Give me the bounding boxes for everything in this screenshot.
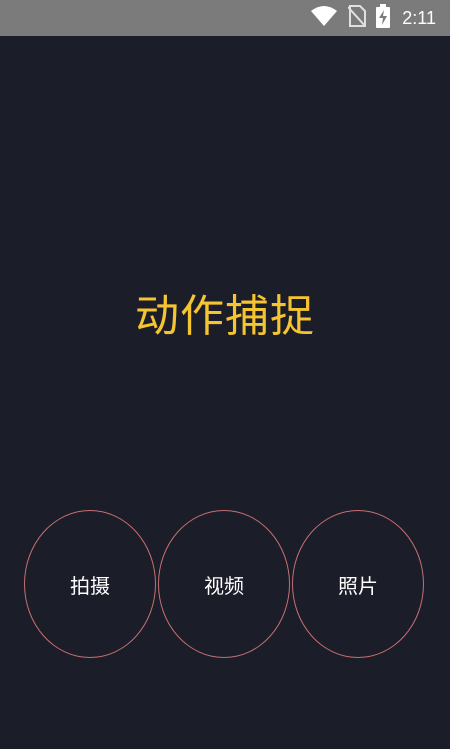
main-screen: 动作捕捉 拍摄 视频 照片 xyxy=(0,36,450,749)
video-button-label: 视频 xyxy=(204,573,244,598)
status-time: 2:11 xyxy=(402,7,436,28)
shoot-button[interactable]: 拍摄 xyxy=(24,510,156,658)
battery-charging-icon xyxy=(376,4,391,32)
photo-button[interactable]: 照片 xyxy=(292,510,424,658)
status-icons: 2:11 xyxy=(310,0,436,36)
status-bar: 2:11 xyxy=(0,0,450,36)
photo-button-label: 照片 xyxy=(338,573,378,598)
video-button[interactable]: 视频 xyxy=(158,510,290,658)
page-title: 动作捕捉 xyxy=(135,291,315,342)
wifi-icon xyxy=(310,5,338,31)
shoot-button-label: 拍摄 xyxy=(70,573,110,598)
no-sim-icon xyxy=(347,5,368,31)
